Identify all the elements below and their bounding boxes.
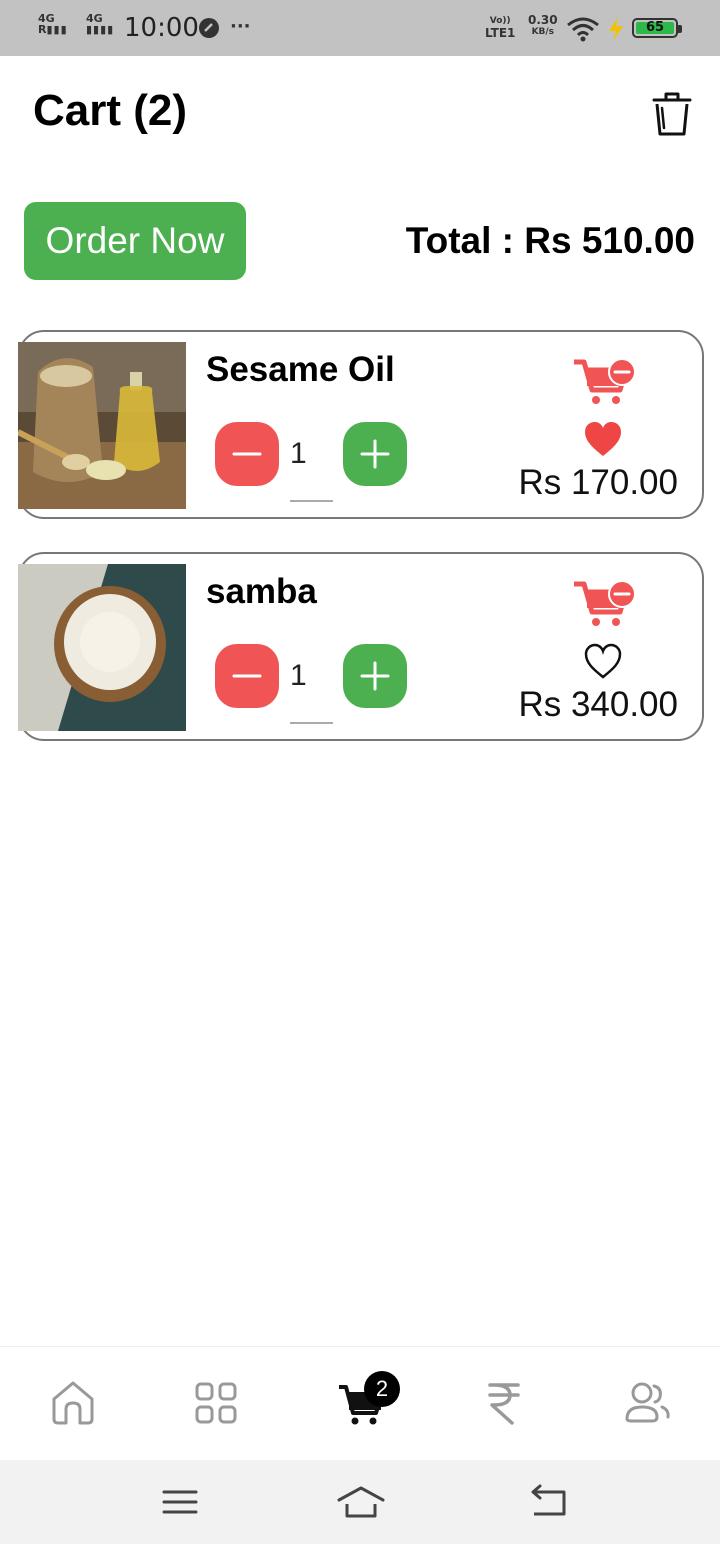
grid-icon[interactable] <box>190 1377 242 1429</box>
status-bar: 4G R▮▮▮ 4G ▮▮▮▮ 10:00 ··· Vo)) LTE1 0.30 KB/… <box>0 0 720 56</box>
increase-quantity-button[interactable] <box>343 644 407 708</box>
cart-count-badge: 2 <box>364 1371 400 1407</box>
menu-icon[interactable] <box>160 1482 200 1522</box>
sync-icon <box>199 18 219 38</box>
charging-icon <box>609 17 623 41</box>
order-now-button[interactable]: Order Now <box>24 202 246 280</box>
network-speed: 0.30 KB/s <box>528 13 558 37</box>
plus-icon <box>360 661 390 691</box>
bottom-navigation <box>0 1346 720 1460</box>
trash-icon[interactable] <box>650 90 694 138</box>
decrease-quantity-button[interactable] <box>215 422 279 486</box>
network-indicator: 4G R▮▮▮ <box>38 12 68 36</box>
page-title: Cart (2) <box>33 86 188 135</box>
cart-item: samba 1 Rs 340.00 <box>18 552 704 741</box>
minus-icon <box>232 674 262 678</box>
cart-total: Total : Rs 510.00 <box>405 220 695 261</box>
minus-icon <box>232 452 262 456</box>
battery-indicator: 65 <box>632 18 682 38</box>
system-navigation-bar <box>0 1460 720 1544</box>
cart-item: Sesame Oil 1 Rs 170.00 <box>18 330 704 519</box>
home-icon[interactable] <box>47 1377 99 1429</box>
wifi-icon <box>567 17 599 42</box>
users-icon[interactable] <box>622 1377 674 1429</box>
product-name: samba <box>206 572 317 611</box>
quantity-underline <box>290 722 333 724</box>
network-indicator-2: 4G ▮▮▮▮ <box>86 12 115 36</box>
more-notifications-icon: ··· <box>230 16 251 37</box>
product-image-sesame-oil <box>18 342 186 509</box>
back-icon[interactable] <box>528 1482 568 1522</box>
favorite-outline-icon[interactable] <box>583 642 623 680</box>
remove-from-cart-icon[interactable] <box>572 578 636 630</box>
status-time: 10:00 <box>124 13 199 43</box>
plus-icon <box>360 439 390 469</box>
product-price: Rs 340.00 <box>518 685 678 724</box>
product-name: Sesame Oil <box>206 350 395 389</box>
decrease-quantity-button[interactable] <box>215 644 279 708</box>
product-image-samba <box>18 564 186 731</box>
rupee-icon[interactable] <box>478 1377 530 1429</box>
increase-quantity-button[interactable] <box>343 422 407 486</box>
product-price: Rs 170.00 <box>518 463 678 502</box>
quantity-field[interactable]: 1 <box>290 658 334 694</box>
volte-indicator: Vo)) LTE1 <box>485 16 516 40</box>
system-home-icon[interactable] <box>336 1482 386 1522</box>
quantity-underline <box>290 500 333 502</box>
remove-from-cart-icon[interactable] <box>572 356 636 408</box>
favorite-filled-icon[interactable] <box>583 420 623 458</box>
quantity-field[interactable]: 1 <box>290 436 334 472</box>
